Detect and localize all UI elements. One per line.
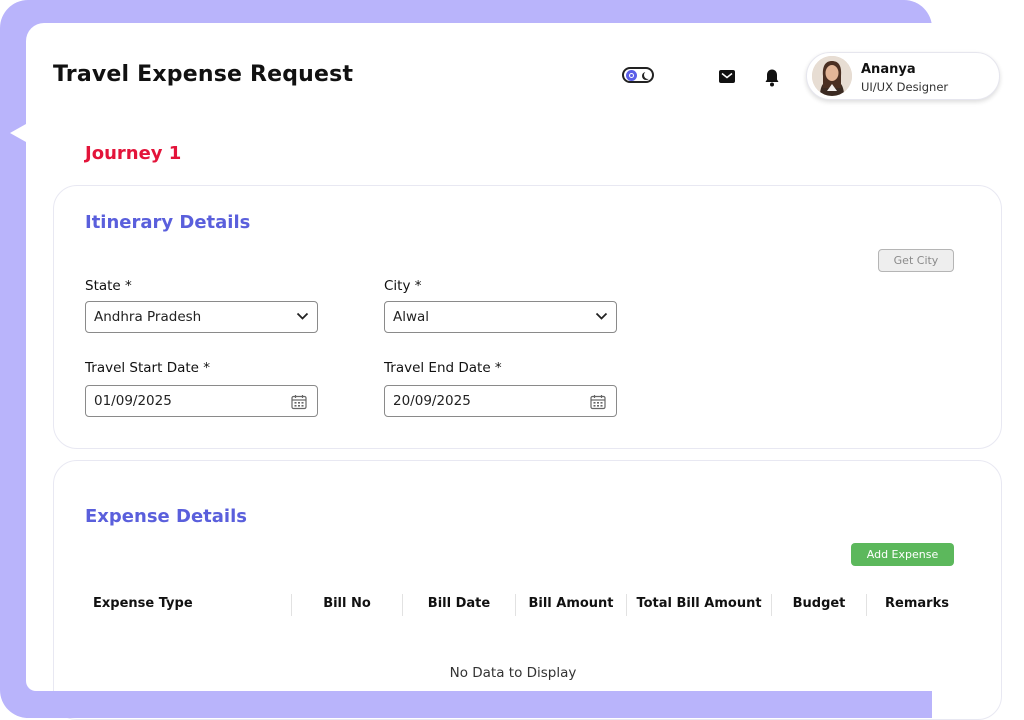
expense-section (53, 460, 1002, 720)
frame-notch (10, 124, 26, 142)
state-select[interactable]: Andhra Pradesh (85, 301, 318, 333)
start-date-input[interactable]: 01/09/2025 (85, 385, 318, 417)
add-expense-button[interactable]: Add Expense (851, 543, 954, 566)
column-header-bill-date[interactable]: Bill Date (403, 596, 515, 611)
empty-table-message: No Data to Display (449, 665, 577, 681)
page-title: Travel Expense Request (53, 62, 354, 87)
column-header-expense-type[interactable]: Expense Type (85, 596, 203, 611)
city-label: City * (384, 278, 422, 294)
user-role: UI/UX Designer (861, 80, 949, 94)
column-header-bill-no[interactable]: Bill No (292, 596, 402, 611)
bell-icon[interactable] (764, 68, 780, 88)
column-header-budget[interactable]: Budget (772, 596, 866, 611)
column-header-bill-amount[interactable]: Bill Amount (516, 596, 626, 611)
state-value: Andhra Pradesh (94, 309, 202, 325)
end-date-input[interactable]: 20/09/2025 (384, 385, 617, 417)
get-city-button[interactable]: Get City (878, 249, 954, 272)
chevron-down-icon (296, 312, 309, 320)
chevron-down-icon (595, 312, 608, 320)
theme-toggle[interactable] (622, 67, 654, 83)
city-value: Alwal (393, 309, 430, 325)
state-label: State * (85, 278, 132, 294)
moon-icon (644, 71, 652, 79)
calendar-icon[interactable] (590, 394, 606, 410)
mail-icon[interactable] (719, 70, 735, 83)
sun-icon (626, 69, 637, 81)
user-name: Ananya (861, 62, 916, 77)
end-date-label: Travel End Date * (384, 360, 502, 376)
city-select[interactable]: Alwal (384, 301, 617, 333)
journey-title: Journey 1 (85, 143, 182, 164)
column-header-remarks[interactable]: Remarks (867, 596, 967, 611)
avatar (812, 56, 852, 96)
calendar-icon[interactable] (291, 394, 307, 410)
end-date-value: 20/09/2025 (393, 393, 471, 409)
start-date-label: Travel Start Date * (85, 360, 211, 376)
column-header-total-bill-amount[interactable]: Total Bill Amount (627, 596, 771, 611)
start-date-value: 01/09/2025 (94, 393, 172, 409)
user-profile-card[interactable]: Ananya UI/UX Designer (806, 52, 1000, 100)
expense-title: Expense Details (85, 506, 247, 527)
itinerary-title: Itinerary Details (85, 212, 251, 233)
frame-bottom-edge (26, 691, 932, 718)
